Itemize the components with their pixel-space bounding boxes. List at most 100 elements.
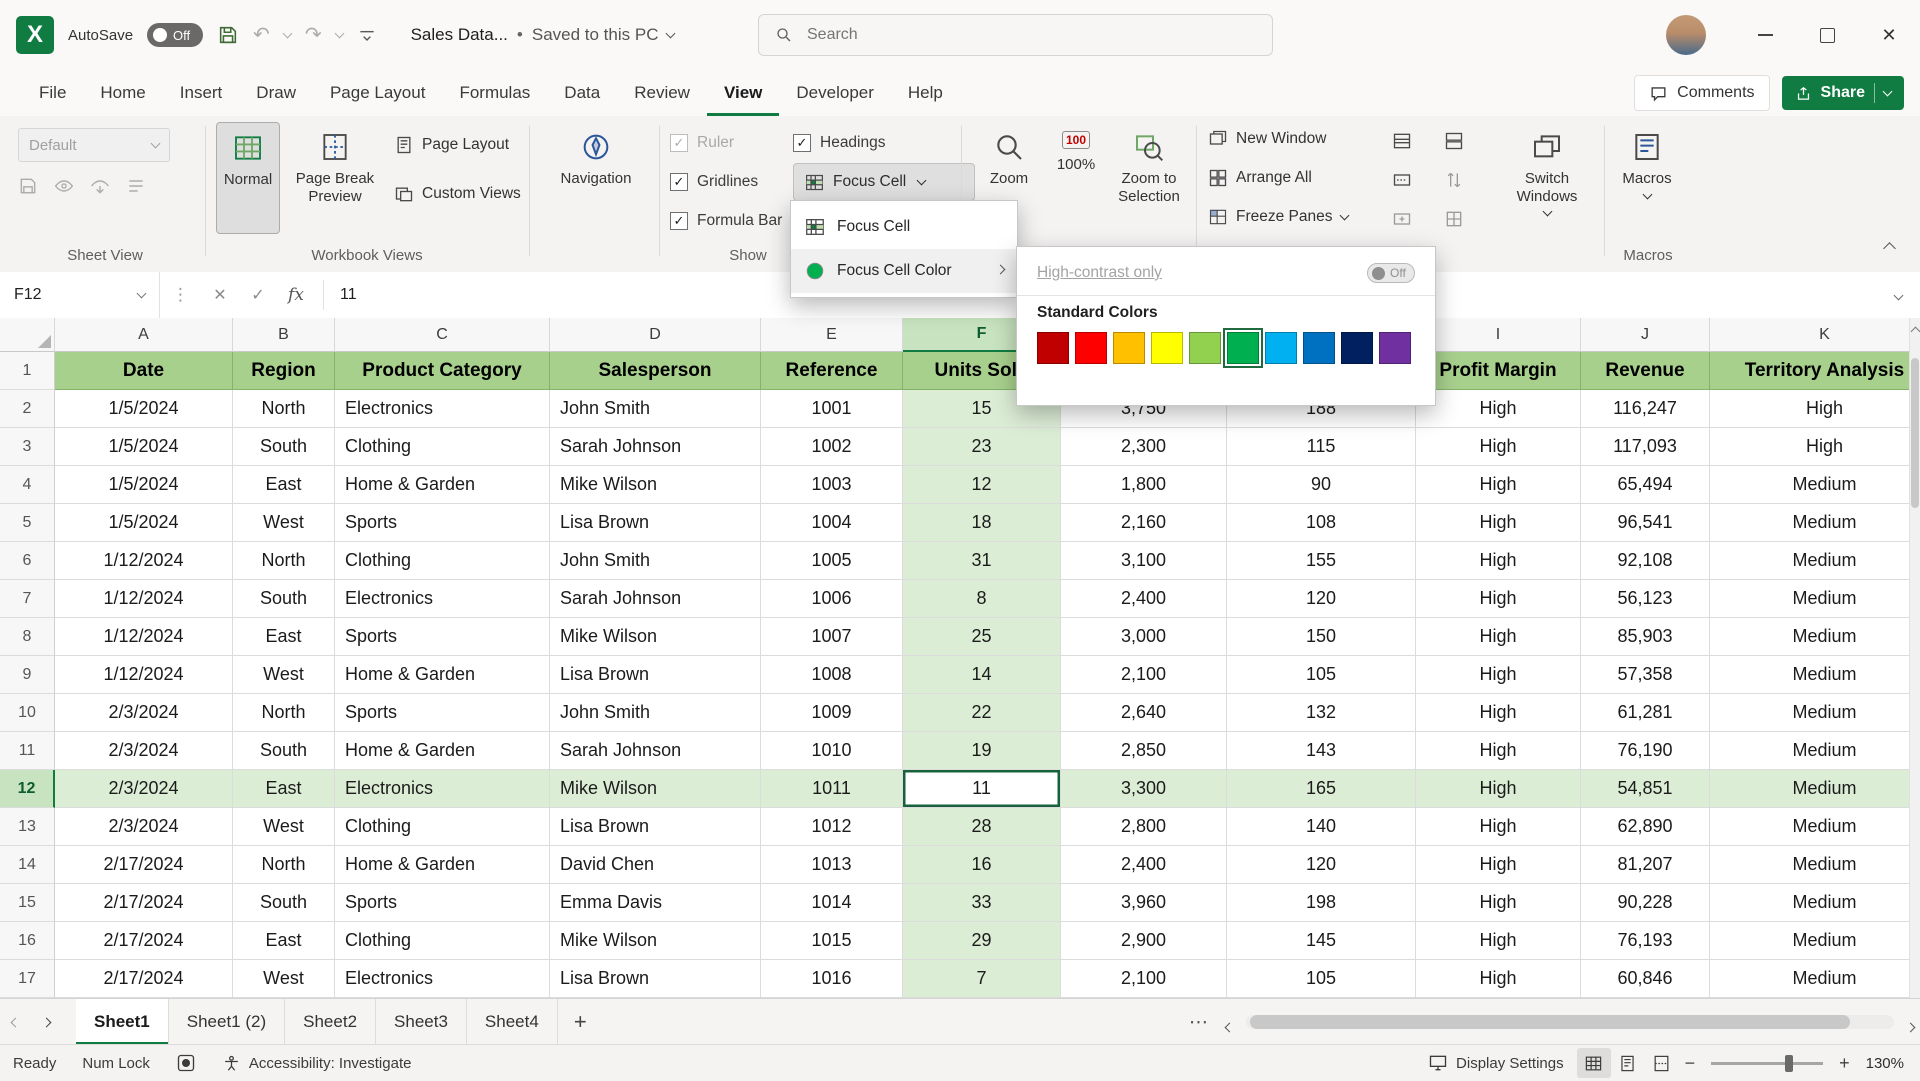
cell-K3[interactable]: High <box>1710 428 1920 466</box>
cell-K4[interactable]: Medium <box>1710 466 1920 504</box>
tab-page-layout[interactable]: Page Layout <box>313 70 442 116</box>
zoom-out-button[interactable]: − <box>1679 1053 1702 1074</box>
cell-J6[interactable]: 92,108 <box>1581 542 1710 580</box>
cell-C10[interactable]: Sports <box>335 694 550 732</box>
cell-A13[interactable]: 2/3/2024 <box>55 808 233 846</box>
cell-H15[interactable]: 198 <box>1227 884 1416 922</box>
normal-view-shortcut[interactable] <box>1577 1048 1611 1078</box>
formula-bar-checkbox[interactable]: ✓ Formula Bar <box>670 212 782 230</box>
cell-B8[interactable]: East <box>233 618 335 656</box>
cell-E11[interactable]: 1010 <box>761 732 903 770</box>
cell-H3[interactable]: 115 <box>1227 428 1416 466</box>
cell-J11[interactable]: 76,190 <box>1581 732 1710 770</box>
tab-home[interactable]: Home <box>83 70 162 116</box>
normal-view-button[interactable]: Normal <box>216 122 280 234</box>
cell-J4[interactable]: 65,494 <box>1581 466 1710 504</box>
cell-E5[interactable]: 1004 <box>761 504 903 542</box>
row-header-7[interactable]: 7 <box>0 580 55 618</box>
cell-I9[interactable]: High <box>1416 656 1581 694</box>
cell-B12[interactable]: East <box>233 770 335 808</box>
page-layout-button[interactable]: Page Layout <box>394 135 509 155</box>
cancel-button[interactable]: ✕ <box>201 285 239 305</box>
cell-K5[interactable]: Medium <box>1710 504 1920 542</box>
cell-K17[interactable]: Medium <box>1710 960 1920 998</box>
cell-J14[interactable]: 81,207 <box>1581 846 1710 884</box>
cell-I13[interactable]: High <box>1416 808 1581 846</box>
cell-J12[interactable]: 54,851 <box>1581 770 1710 808</box>
row-header-16[interactable]: 16 <box>0 922 55 960</box>
exit-sheet-view-icon[interactable] <box>54 176 74 196</box>
row-header-8[interactable]: 8 <box>0 618 55 656</box>
cell-G7[interactable]: 2,400 <box>1061 580 1227 618</box>
cell-B6[interactable]: North <box>233 542 335 580</box>
cell-F12[interactable]: 11 <box>903 770 1061 808</box>
cell-H11[interactable]: 143 <box>1227 732 1416 770</box>
cell-D9[interactable]: Lisa Brown <box>550 656 761 694</box>
cell-F13[interactable]: 28 <box>903 808 1061 846</box>
save-button[interactable] <box>217 24 239 46</box>
cell-C5[interactable]: Sports <box>335 504 550 542</box>
redo-button[interactable]: ↷ <box>305 25 322 45</box>
zoom-in-button[interactable]: + <box>1833 1053 1856 1074</box>
cell-F7[interactable]: 8 <box>903 580 1061 618</box>
color-swatch-red[interactable] <box>1075 332 1107 364</box>
cell-K6[interactable]: Medium <box>1710 542 1920 580</box>
column-header-J[interactable]: J <box>1581 318 1710 352</box>
cell-I3[interactable]: High <box>1416 428 1581 466</box>
high-contrast-toggle[interactable]: Off <box>1367 263 1415 283</box>
cell-F3[interactable]: 23 <box>903 428 1061 466</box>
cell-E14[interactable]: 1013 <box>761 846 903 884</box>
tab-developer[interactable]: Developer <box>779 70 891 116</box>
insert-function-button[interactable]: fx <box>277 285 315 305</box>
cell-K16[interactable]: Medium <box>1710 922 1920 960</box>
display-settings-button[interactable]: Display Settings <box>1415 1045 1577 1081</box>
page-break-view-shortcut[interactable] <box>1645 1048 1679 1078</box>
cell-A4[interactable]: 1/5/2024 <box>55 466 233 504</box>
accessibility-status[interactable]: Accessibility: Investigate <box>209 1045 425 1081</box>
cell-F15[interactable]: 33 <box>903 884 1061 922</box>
row-header-15[interactable]: 15 <box>0 884 55 922</box>
macros-button[interactable]: Macros <box>1616 122 1678 234</box>
cell-G12[interactable]: 3,300 <box>1061 770 1227 808</box>
page-layout-view-shortcut[interactable] <box>1611 1048 1645 1078</box>
cell-B2[interactable]: North <box>233 390 335 428</box>
custom-views-button[interactable]: Custom Views <box>394 184 521 204</box>
color-swatch-light-green[interactable] <box>1189 332 1221 364</box>
cell-E6[interactable]: 1005 <box>761 542 903 580</box>
cell-J3[interactable]: 117,093 <box>1581 428 1710 466</box>
document-title-area[interactable]: Sales Data... • Saved to this PC <box>411 25 675 45</box>
sheet-nav-left-button[interactable] <box>0 1013 31 1031</box>
cell-D3[interactable]: Sarah Johnson <box>550 428 761 466</box>
zoom-slider-thumb[interactable] <box>1785 1055 1793 1072</box>
cell-C2[interactable]: Electronics <box>335 390 550 428</box>
cell-D16[interactable]: Mike Wilson <box>550 922 761 960</box>
cell-C8[interactable]: Sports <box>335 618 550 656</box>
search-box[interactable] <box>758 14 1273 56</box>
cell-G3[interactable]: 2,300 <box>1061 428 1227 466</box>
enter-button[interactable]: ✓ <box>239 285 277 305</box>
headings-checkbox[interactable]: ✓ Headings <box>793 134 886 152</box>
ruler-checkbox[interactable]: ✓ Ruler <box>670 134 734 152</box>
cell-I17[interactable]: High <box>1416 960 1581 998</box>
tab-file[interactable]: File <box>22 70 83 116</box>
add-sheet-button[interactable]: + <box>558 1009 603 1035</box>
name-box[interactable]: F12 <box>0 272 160 318</box>
cell-E3[interactable]: 1002 <box>761 428 903 466</box>
zoom-to-selection-button[interactable]: Zoom to Selection <box>1107 122 1191 234</box>
freeze-panes-button[interactable]: Freeze Panes <box>1208 207 1348 227</box>
cell-E2[interactable]: 1001 <box>761 390 903 428</box>
cell-C3[interactable]: Clothing <box>335 428 550 466</box>
cell-D5[interactable]: Lisa Brown <box>550 504 761 542</box>
cell-F10[interactable]: 22 <box>903 694 1061 732</box>
cell-D14[interactable]: David Chen <box>550 846 761 884</box>
cell-H13[interactable]: 140 <box>1227 808 1416 846</box>
sheet-view-options-icon[interactable] <box>126 176 146 196</box>
cell-J8[interactable]: 85,903 <box>1581 618 1710 656</box>
cell-J7[interactable]: 56,123 <box>1581 580 1710 618</box>
cell-H14[interactable]: 120 <box>1227 846 1416 884</box>
cell-A2[interactable]: 1/5/2024 <box>55 390 233 428</box>
cell-C17[interactable]: Electronics <box>335 960 550 998</box>
cell-A10[interactable]: 2/3/2024 <box>55 694 233 732</box>
column-header-C[interactable]: C <box>335 318 550 352</box>
cell-H7[interactable]: 120 <box>1227 580 1416 618</box>
